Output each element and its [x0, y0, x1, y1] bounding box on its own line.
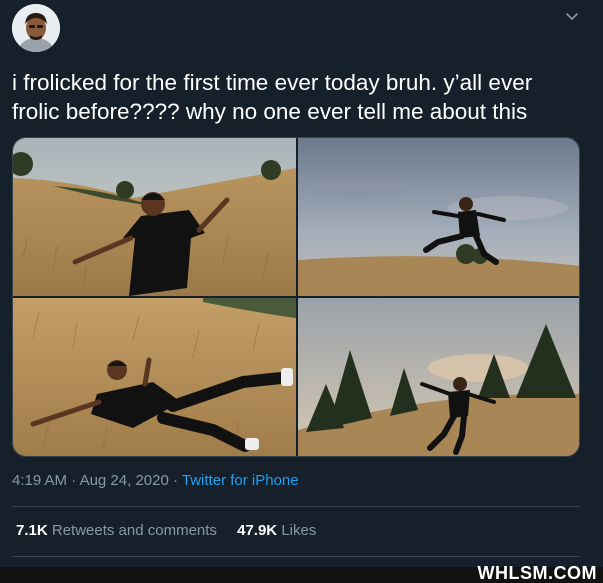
- tweet-text: i frolicked for the first time ever toda…: [12, 70, 533, 124]
- avatar[interactable]: [12, 4, 60, 52]
- tweet-stats: 7.1K Retweets and comments 47.9K Likes: [16, 522, 332, 539]
- watermark-logo: WHLSM.COM: [477, 563, 597, 583]
- tweet-photo-4[interactable]: [298, 298, 579, 456]
- media-grid: [12, 137, 580, 457]
- tweet-time[interactable]: 4:19 AM: [12, 472, 67, 489]
- retweets-label: Retweets and comments: [51, 522, 217, 539]
- tweet-photo-3[interactable]: [13, 298, 296, 456]
- tweet-source-link[interactable]: Twitter for iPhone: [182, 472, 299, 489]
- retweets-count: 7.1K: [16, 522, 48, 539]
- likes-count: 47.9K: [237, 522, 278, 539]
- tweet-screenshot: i frolicked for the first time ever toda…: [0, 0, 603, 583]
- user-avatar-icon: [12, 4, 60, 52]
- separator-dot: ·: [172, 472, 178, 489]
- likes-label: Likes: [281, 522, 317, 539]
- tweet-photo-1[interactable]: [13, 138, 296, 296]
- tweet-metadata: 4:19 AM · Aug 24, 2020 · Twitter for iPh…: [12, 472, 299, 489]
- chevron-down-icon[interactable]: [562, 6, 582, 26]
- separator-dot: ·: [71, 472, 77, 489]
- divider: [12, 506, 580, 507]
- likes-stat[interactable]: 47.9K Likes: [237, 522, 316, 539]
- tweet-date[interactable]: Aug 24, 2020: [80, 472, 169, 489]
- divider: [12, 556, 580, 557]
- retweets-stat[interactable]: 7.1K Retweets and comments: [16, 522, 217, 539]
- tweet-photo-2[interactable]: [298, 138, 579, 296]
